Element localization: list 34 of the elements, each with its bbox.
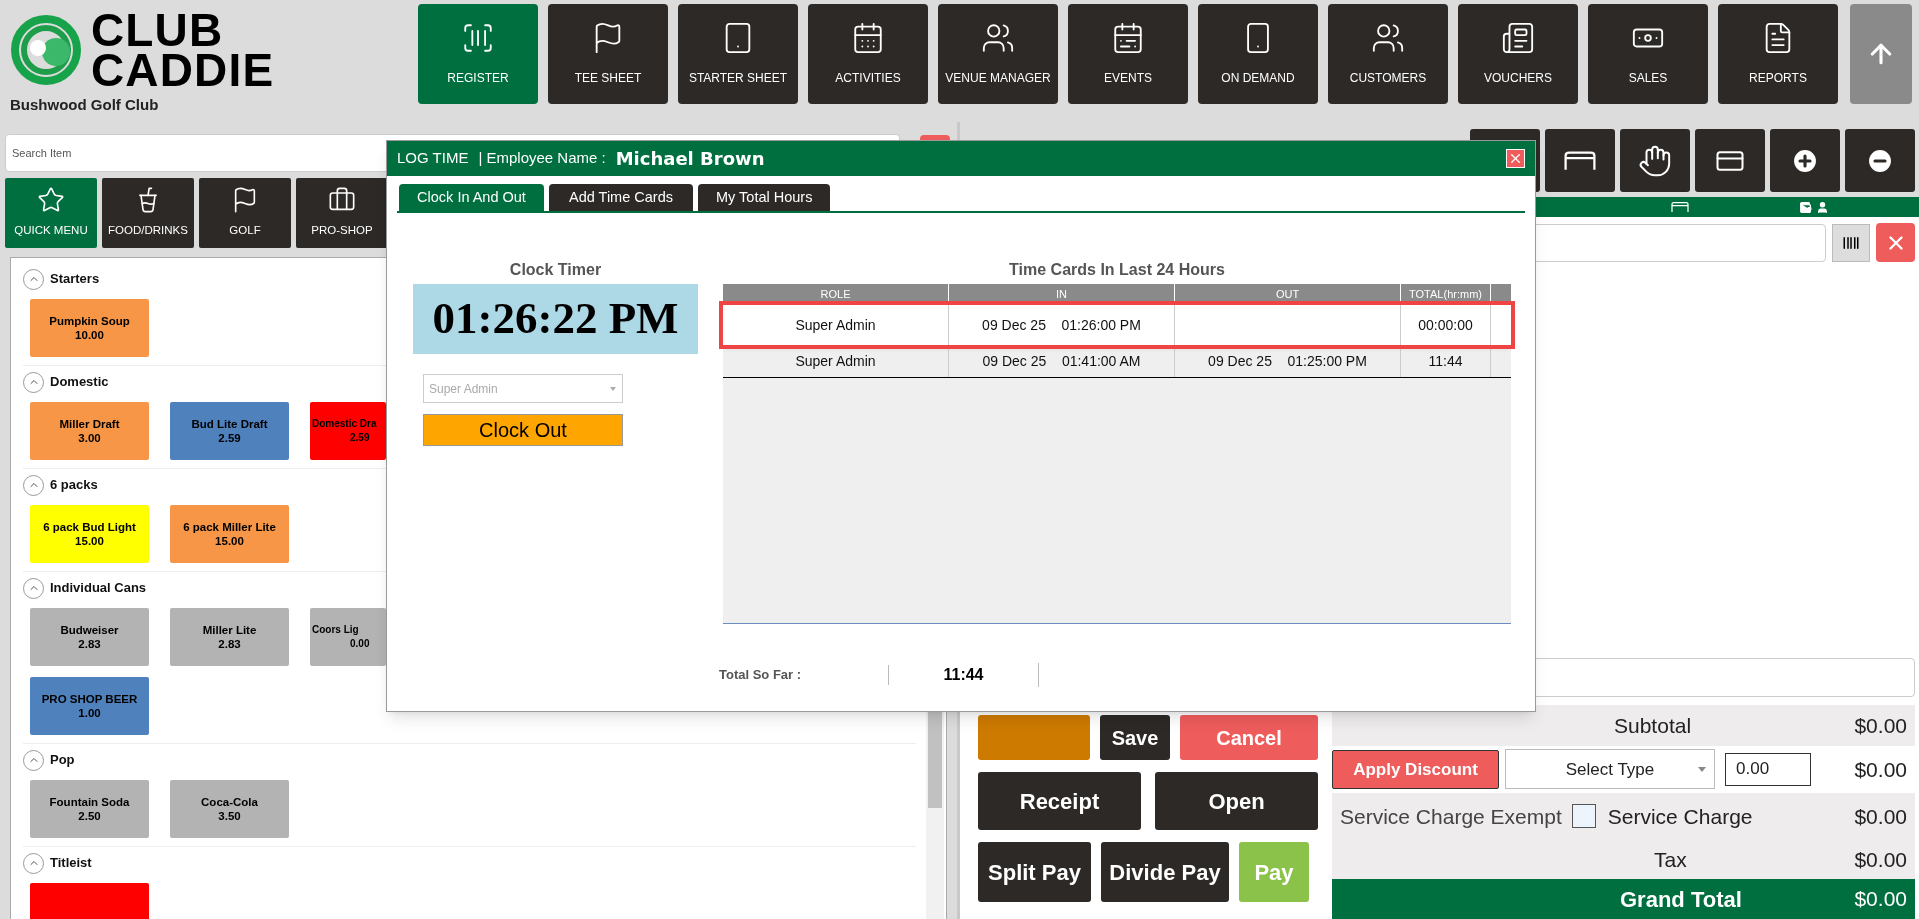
employee-label: | Employee Name :	[478, 148, 606, 169]
clock-time: 01:26:22 PM	[413, 284, 698, 354]
table-cell-text: Super Admin	[795, 351, 876, 371]
time-cards-title: Time Cards In Last 24 Hours	[1008, 260, 1226, 280]
tax-label: Tax	[1654, 846, 1687, 873]
dialog-title: LOG TIME	[397, 148, 469, 169]
service-charge-label: Service Charge	[1607, 803, 1753, 830]
section-title: Titleist	[50, 854, 92, 873]
section-title: Pop	[50, 751, 75, 770]
table-cell-text: 11:44	[1428, 351, 1463, 371]
section-title: 6 packs	[50, 476, 98, 495]
total-so-far-label: Total So Far :	[719, 665, 889, 685]
discount-amount: $0.00	[1854, 756, 1908, 783]
section-title: Individual Cans	[50, 579, 147, 598]
grand-total-label: Grand Total	[1620, 885, 1742, 914]
logo-text: CLUB	[91, 10, 224, 50]
subtotal-amount: $0.00	[1854, 712, 1908, 739]
table-cell-text: 09 Dec 25 01:41:00 AM	[982, 351, 1141, 371]
grand-total-amount: $0.00	[1854, 886, 1908, 913]
table-cell-text: Super Admin	[795, 315, 876, 335]
table-cell-text: 09 Dec 25 01:25:00 PM	[1208, 351, 1367, 371]
employee-name: Michael Brown	[615, 147, 765, 171]
total-so-far-value: 11:44	[889, 663, 1039, 687]
service-charge-amount: $0.00	[1854, 803, 1908, 830]
section-title: Domestic	[50, 373, 109, 392]
logo-text: CADDIE	[91, 50, 275, 90]
tax-amount: $0.00	[1854, 846, 1908, 873]
service-charge-exempt-label: Service Charge Exempt	[1340, 803, 1562, 830]
table-cell-text: 09 Dec 25 01:26:00 PM	[982, 315, 1141, 335]
subtotal-label: Subtotal	[1614, 712, 1692, 739]
club-name: Bushwood Golf Club	[10, 95, 160, 115]
section-title: Starters	[50, 270, 100, 289]
table-cell-text: 00:00:00	[1418, 315, 1473, 335]
clock-timer-title: Clock Timer	[508, 260, 603, 280]
